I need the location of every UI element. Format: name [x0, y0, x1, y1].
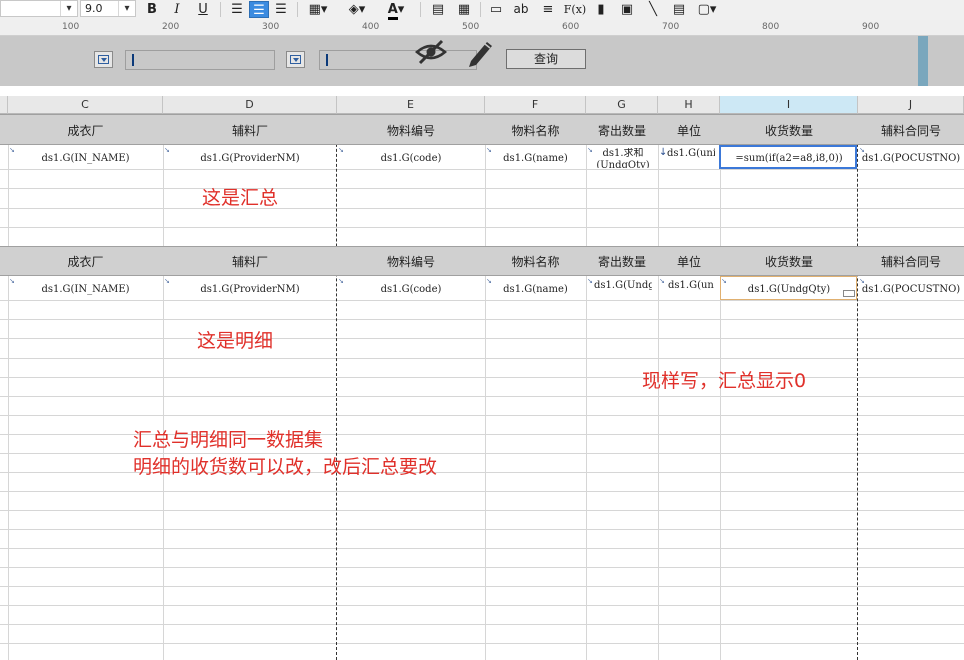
annotation-current: 现样写，汇总显示0 [642, 370, 807, 392]
parameter-combo-1[interactable] [125, 50, 275, 70]
underline-button[interactable]: U [194, 1, 212, 18]
cell-H2[interactable]: ds1.G(unit) [667, 148, 715, 168]
parameter-panel [0, 36, 964, 86]
bar-chart-icon[interactable]: ▮ [590, 1, 612, 18]
spacer-strip [0, 86, 964, 96]
cell-C8[interactable]: ds1.G(IN_NAME) [8, 284, 163, 295]
paragraph-icon[interactable]: ≡ [537, 1, 559, 18]
column-header-D[interactable]: D [163, 96, 337, 114]
column-header-B[interactable] [0, 96, 8, 114]
diagonal-line-icon[interactable]: ╲ [642, 1, 664, 18]
dropdown-icon[interactable] [286, 51, 305, 68]
parameter-combo-2[interactable] [319, 50, 477, 70]
ruler-label: 700 [662, 22, 680, 32]
column-header-H[interactable]: H [658, 96, 720, 114]
header-cell[interactable]: 物料编号 [337, 122, 485, 139]
column-header-G[interactable]: G [586, 96, 658, 114]
cell-D2[interactable]: ds1.G(ProviderNM) [163, 153, 337, 164]
annotation-note-1: 汇总与明细同一数据集 [133, 429, 324, 451]
ruler-label: 100 [62, 22, 80, 32]
font-size-select[interactable]: 9.0 ▾ [80, 0, 136, 17]
header-cell[interactable]: 寄出数量 [586, 253, 658, 270]
detail-cell-outline [720, 276, 857, 300]
cell-D8[interactable]: ds1.G(ProviderNM) [163, 284, 337, 295]
active-cell-outline [719, 145, 857, 169]
header-cell[interactable]: 成衣厂 [8, 253, 163, 270]
query-button[interactable]: 查询 [506, 49, 586, 69]
align-center-icon[interactable]: ☰ [249, 1, 269, 18]
ruler-label: 300 [262, 22, 280, 32]
merge-cells-icon[interactable]: ▤ [427, 1, 449, 18]
cell-border-icon[interactable]: ▢▾ [694, 1, 720, 18]
cell-G8[interactable]: ds1.G(UndgQty) [594, 280, 652, 300]
detail-header-row: 成衣厂 辅料厂 物料编号 物料名称 寄出数量 单位 收货数量 辅料合同号 [0, 246, 964, 276]
ruler-label: 600 [562, 22, 580, 32]
cell-E2[interactable]: ds1.G(code) [337, 153, 485, 164]
fill-color-icon[interactable]: ◈▾ [342, 1, 372, 18]
header-cell[interactable]: 辅料厂 [163, 122, 337, 139]
font-name-select[interactable]: ▾ [0, 0, 78, 17]
ruler-label: 900 [862, 22, 880, 32]
header-cell[interactable]: 收货数量 [720, 122, 858, 139]
font-size-value: 9.0 [85, 2, 103, 15]
cell-G2[interactable]: ds1.求和(UndgQty) [592, 148, 654, 168]
dropdown-icon[interactable] [94, 51, 113, 68]
chevron-down-icon: ▾ [118, 1, 135, 16]
column-header-I[interactable]: I [720, 96, 858, 114]
cell-H8[interactable]: ds1.G(unit) [668, 280, 714, 300]
formatting-toolbar: ▾ 9.0 ▾ B I U ☰ ☰ ☰ ▦▾ ◈▾ A▾ ▤ ▦ ▭ ab ≡ … [0, 0, 964, 21]
header-cell[interactable]: 物料名称 [485, 253, 586, 270]
cell-J8[interactable]: ds1.G(POCUSTNO) [858, 284, 964, 295]
horizontal-ruler: 100 200 300 400 500 600 700 800 900 [0, 20, 964, 36]
cell-F8[interactable]: ds1.G(name) [485, 284, 586, 295]
cell-C2[interactable]: ds1.G(IN_NAME) [8, 153, 163, 164]
column-header-J[interactable]: J [858, 96, 964, 114]
annotation-summary: 这是汇总 [202, 187, 279, 209]
pencil-icon[interactable] [464, 36, 500, 68]
image-icon[interactable]: ▣ [616, 1, 638, 18]
ruler-label: 500 [462, 22, 480, 32]
annotation-note-2: 明细的收货数可以改，改后汇总要改 [133, 456, 438, 478]
header-cell[interactable]: 收货数量 [720, 253, 858, 270]
textbox-icon[interactable]: ▭ [485, 1, 507, 18]
header-cell[interactable]: 辅料合同号 [858, 122, 964, 139]
header-cell[interactable]: 辅料合同号 [858, 253, 964, 270]
cell-E8[interactable]: ds1.G(code) [337, 284, 485, 295]
border-grid-icon[interactable]: ▦▾ [303, 1, 333, 18]
summary-header-row: 成衣厂 辅料厂 物料编号 物料名称 寄出数量 单位 收货数量 辅料合同号 [0, 114, 964, 145]
header-cell[interactable]: 辅料厂 [163, 253, 337, 270]
clipboard-icon[interactable]: ▤ [668, 1, 690, 18]
text-wrap-button[interactable]: ab [510, 1, 532, 18]
split-cells-icon[interactable]: ▦ [453, 1, 475, 18]
column-header-E[interactable]: E [337, 96, 485, 114]
cell-F2[interactable]: ds1.G(name) [485, 153, 586, 164]
header-cell[interactable]: 单位 [658, 253, 720, 270]
report-grid: C D E F G H I J 成衣厂 辅料厂 物料编号 物料名称 寄出数量 单… [0, 96, 964, 660]
header-cell[interactable]: 单位 [658, 122, 720, 139]
bold-button[interactable]: B [143, 1, 161, 18]
scrollbar-thumb[interactable] [918, 36, 928, 86]
ruler-label: 200 [162, 22, 180, 32]
ruler-label: 800 [762, 22, 780, 32]
align-right-icon[interactable]: ☰ [271, 1, 291, 18]
column-header-F[interactable]: F [485, 96, 586, 114]
column-header-C[interactable]: C [8, 96, 163, 114]
function-button[interactable]: F(x) [562, 1, 588, 18]
cell-J2[interactable]: ds1.G(POCUSTNO) [858, 153, 964, 164]
annotation-detail: 这是明细 [197, 330, 274, 352]
font-color-icon[interactable]: A▾ [380, 1, 412, 20]
ruler-label: 400 [362, 22, 380, 32]
header-cell[interactable]: 物料编号 [337, 253, 485, 270]
chevron-down-icon: ▾ [60, 1, 77, 16]
italic-button[interactable]: I [168, 1, 186, 18]
header-cell[interactable]: 寄出数量 [586, 122, 658, 139]
header-cell[interactable]: 物料名称 [485, 122, 586, 139]
align-left-icon[interactable]: ☰ [227, 1, 247, 18]
cell-widget-icon[interactable] [843, 290, 855, 297]
header-cell[interactable]: 成衣厂 [8, 122, 163, 139]
eye-hidden-icon[interactable] [414, 36, 448, 66]
